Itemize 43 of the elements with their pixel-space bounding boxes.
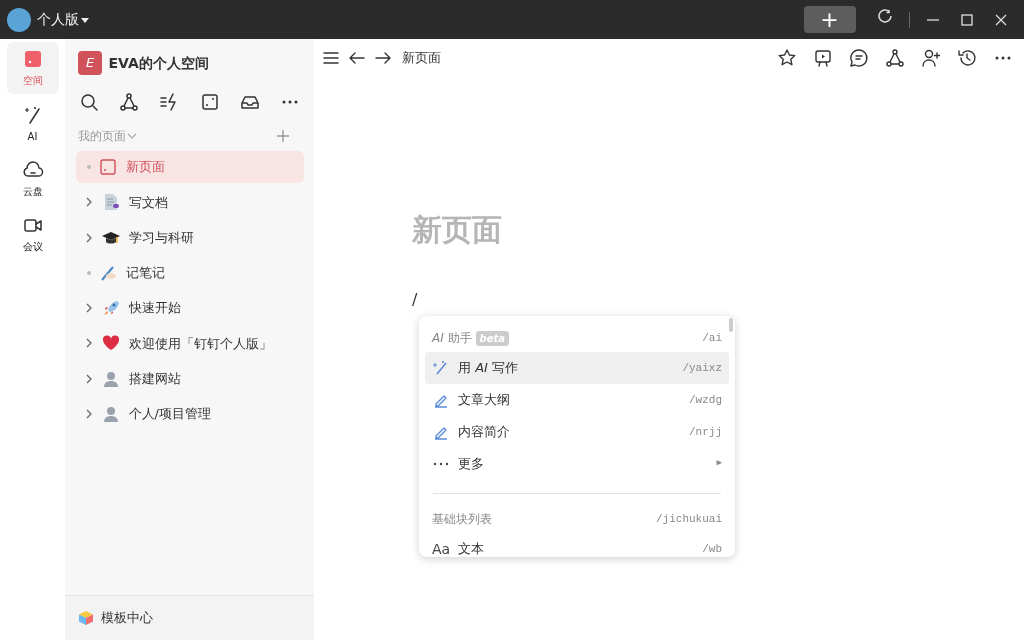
graph-icon[interactable] — [883, 47, 906, 69]
page-icon — [97, 157, 118, 177]
group-heading: AI 助手 — [432, 330, 472, 347]
magic-wand-icon — [432, 359, 450, 377]
rail-cloud-tab[interactable]: 云盘 — [6, 152, 59, 205]
menu-item[interactable]: Aa 文本 /wb — [425, 533, 729, 557]
page-tree-item[interactable]: 新页面 — [75, 151, 304, 183]
page-tree-item[interactable]: 搭建网站 — [75, 362, 304, 395]
page-tree-item[interactable]: 个人/项目管理 — [75, 397, 304, 430]
new-button[interactable]: + — [803, 6, 856, 33]
comment-icon[interactable] — [847, 47, 870, 69]
menu-item[interactable]: 用 AI 写作 /yaixz — [425, 352, 729, 384]
more-icon — [433, 462, 449, 466]
page-title: 新页面 — [412, 211, 502, 249]
menu-item[interactable]: 更多 ▶ — [425, 448, 729, 480]
chevron-down-icon — [126, 131, 138, 141]
cube-icon — [78, 610, 94, 626]
rail-meeting-tab[interactable]: 会议 — [6, 208, 59, 260]
page-tree-item[interactable]: 记笔记 — [75, 256, 304, 289]
search-icon[interactable] — [78, 91, 100, 113]
shortcut-text: /jichukuai — [656, 511, 722, 527]
shortcut-text: /ai — [702, 330, 722, 346]
menu-item[interactable]: 内容简介 /nrjj — [425, 416, 729, 448]
workspace-icon: E — [78, 51, 102, 75]
breadcrumb-text[interactable]: 新页面 — [401, 48, 441, 68]
template-center-link[interactable]: 模板中心 — [100, 608, 153, 628]
workspace-name[interactable]: EVA的个人空间 — [108, 52, 209, 74]
page-tree-item[interactable]: 快速开始 — [75, 292, 304, 324]
rail-space-tab[interactable]: 空间 — [6, 42, 59, 95]
bullet-icon — [86, 165, 91, 169]
page-tree-item[interactable]: 欢迎使用「钉钉个人版」 — [75, 327, 304, 360]
history-icon[interactable] — [955, 47, 978, 69]
graph-icon[interactable] — [118, 91, 141, 113]
rail-ai-tab[interactable]: AI — [6, 97, 59, 150]
page-tree-item[interactable]: 写文档 — [75, 186, 304, 219]
add-user-icon[interactable] — [919, 47, 942, 69]
avatar-icon[interactable] — [6, 7, 31, 32]
editor-text[interactable]: / — [412, 288, 418, 312]
menu-item[interactable]: 文章大纲 /wzdg — [425, 384, 729, 416]
group-heading: 基础块列表 — [432, 511, 492, 528]
workspace-switcher[interactable]: 个人版 — [37, 9, 79, 30]
page-tree-item[interactable]: 学习与科研 — [75, 221, 304, 254]
bullet-icon — [86, 270, 91, 275]
